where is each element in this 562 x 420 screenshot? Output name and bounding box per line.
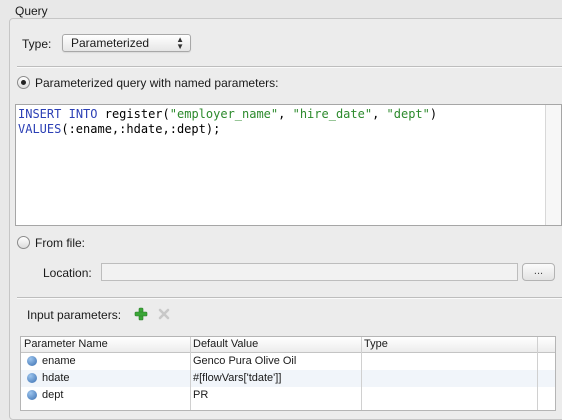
parameter-name-cell: ename [42,355,76,367]
add-parameter-plus-icon[interactable] [134,307,148,321]
type-label: Type: [22,37,52,51]
browse-button[interactable]: ... [522,263,555,281]
default-value-cell: PR [193,389,209,401]
type-select[interactable]: Parameterized ▲ ▼ [62,34,191,52]
radio-selected-dot [21,80,26,85]
sql-table: register( [104,107,170,121]
separator [17,297,562,299]
remove-parameter-x-icon[interactable] [157,307,171,321]
location-input[interactable] [101,263,518,281]
default-value-cell: #[flowVars['tdate']] [193,372,282,384]
separator [17,66,562,68]
sql-values: (:ename,:hdate,:dept); [61,122,221,136]
table-row[interactable]: ename Genco Pura Olive Oil [21,353,555,370]
sql-comma: , [372,107,387,121]
from-file-radio-label: From file: [35,236,86,250]
column-divider [190,337,191,410]
sql-paren: ) [429,107,438,121]
parameter-bullet-icon [27,390,37,400]
sql-string: "employer_name" [169,107,279,121]
location-label: Location: [43,266,92,280]
sql-string: "dept" [386,107,430,121]
column-header-default-value[interactable]: Default Value [193,338,258,351]
parameterized-radio[interactable] [17,76,30,89]
select-arrows-icon: ▲ ▼ [176,35,184,51]
parameters-table: Parameter Name Default Value Type ename … [20,336,556,411]
table-row[interactable]: hdate #[flowVars['tdate']] [21,370,555,387]
input-parameters-label: Input parameters: [27,308,122,322]
column-header-type[interactable]: Type [364,338,388,351]
column-divider [361,337,362,410]
parameter-name-cell: hdate [42,372,70,384]
parameter-name-cell: dept [42,389,64,401]
sql-comma: , [278,107,293,121]
default-value-cell: Genco Pura Olive Oil [193,355,297,367]
table-header: Parameter Name Default Value Type [21,337,555,353]
column-divider [537,337,538,410]
parameter-bullet-icon [27,373,37,383]
from-file-radio[interactable] [17,236,30,249]
column-header-parameter-name[interactable]: Parameter Name [24,338,108,351]
table-row[interactable]: dept PR [21,387,555,404]
editor-scrollbar[interactable] [545,105,561,225]
parameterized-radio-label: Parameterized query with named parameter… [35,76,279,90]
sql-string: "hire_date" [292,107,373,121]
sql-keyword: INSERT [18,107,62,121]
parameter-bullet-icon [27,356,37,366]
sql-keyword: VALUES [18,122,62,136]
query-editor[interactable]: INSERT INTO register("employer_name", "h… [15,104,562,226]
section-title: Query [15,4,48,18]
sql-keyword: INTO [68,107,98,121]
type-select-value: Parameterized [71,36,150,50]
query-code: INSERT INTO register("employer_name", "h… [18,107,437,137]
